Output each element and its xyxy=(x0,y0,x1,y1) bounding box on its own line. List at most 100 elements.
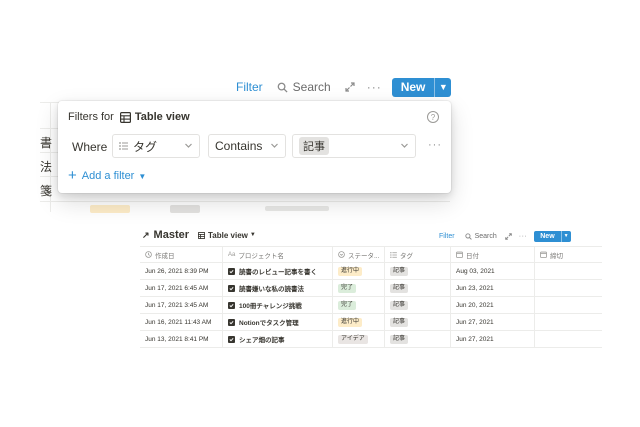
filter-popup-title: Filters for xyxy=(68,111,114,123)
new-dropdown-chevron-icon[interactable]: ▼ xyxy=(560,230,571,242)
more-button[interactable]: ··· xyxy=(519,233,528,240)
database-title-text[interactable]: Master xyxy=(154,229,189,241)
cell-created[interactable]: Jun 17, 2021 3:45 AM xyxy=(140,297,223,313)
cell-date[interactable]: Jun 20, 2021 xyxy=(451,297,535,313)
cell-created[interactable]: Jun 26, 2021 8:39 PM xyxy=(140,263,223,279)
database-title: ↗ Master Table view ▼ xyxy=(142,229,256,241)
cell-deadline[interactable] xyxy=(535,263,602,279)
cell-date[interactable]: Jun 27, 2021 xyxy=(451,331,535,347)
tag-badge: 記事 xyxy=(390,300,409,310)
column-header-status[interactable]: ステータ... xyxy=(333,247,385,262)
chevron-down-icon xyxy=(401,143,408,148)
chevron-down-icon: ▼ xyxy=(249,232,256,238)
cell-status[interactable]: 進行中 xyxy=(333,314,385,330)
table-row[interactable]: Jun 16, 2021 11:43 AM Notionでタスク管理 進行中 記事 Ju… xyxy=(140,314,602,331)
cell-created[interactable]: Jun 17, 2021 6:45 AM xyxy=(140,280,223,296)
column-header-label: ステータ... xyxy=(348,252,380,260)
add-filter-button[interactable]: + Add a filter ▼ xyxy=(68,168,146,183)
project-name-text: シェア畑の記事 xyxy=(239,337,285,344)
new-button-group: New ▼ xyxy=(534,230,571,242)
project-name-text: 100冊チャレンジ挑戦 xyxy=(239,303,302,310)
page-checkbox-icon xyxy=(228,301,235,309)
cell-deadline[interactable] xyxy=(535,331,602,347)
search-button[interactable]: Search xyxy=(464,233,497,240)
column-header-project-name[interactable]: Aa プロジェクト名 xyxy=(223,247,333,262)
arrow-up-right-icon[interactable]: ↗ xyxy=(142,230,150,241)
table-row[interactable]: Jun 17, 2021 6:45 AM 読書嫌いな私の読書法 完了 記事 Jun 23… xyxy=(140,280,602,297)
help-icon[interactable]: ? xyxy=(427,111,439,123)
search-icon xyxy=(277,82,288,93)
cell-date[interactable]: Jun 23, 2021 xyxy=(451,280,535,296)
filter-value-select[interactable]: 記事 xyxy=(292,134,416,158)
table-row[interactable]: Jun 13, 2021 8:41 PM シェア畑の記事 アイデア 記事 Jun 27,… xyxy=(140,331,602,348)
list-icon xyxy=(390,251,397,258)
column-header-tag[interactable]: タグ xyxy=(385,247,451,262)
cell-deadline[interactable] xyxy=(535,314,602,330)
new-button-group: New ▼ xyxy=(391,77,452,97)
created-text: Jun 17, 2021 6:45 AM xyxy=(145,284,209,292)
view-selector[interactable]: Table view ▼ xyxy=(198,231,256,240)
cell-project-name[interactable]: 読書嫌いな私の読書法 xyxy=(223,280,333,296)
cell-project-name[interactable]: 読書のレビュー記事を書く xyxy=(223,263,333,279)
cell-deadline[interactable] xyxy=(535,280,602,296)
column-header-label: 締切 xyxy=(550,252,563,260)
background-row-text: 法 xyxy=(40,160,53,174)
search-button[interactable]: Search xyxy=(277,80,331,94)
date-text: Jun 20, 2021 xyxy=(456,301,494,309)
cell-project-name[interactable]: Notionでタスク管理 xyxy=(223,314,333,330)
cell-tag[interactable]: 記事 xyxy=(385,314,451,330)
expand-button[interactable] xyxy=(504,232,512,240)
background-row-text: 箋 xyxy=(40,184,53,198)
status-badge: アイデア xyxy=(338,334,368,344)
project-name-text: 読書のレビュー記事を書く xyxy=(239,269,317,276)
table-row[interactable]: Jun 17, 2021 3:45 AM 100冊チャレンジ挑戦 完了 記事 Jun 2… xyxy=(140,297,602,314)
cell-project-name[interactable]: シェア畑の記事 xyxy=(223,331,333,347)
status-badge: 進行中 xyxy=(338,266,363,276)
table-row[interactable]: Jun 26, 2021 8:39 PM 読書のレビュー記事を書く 進行中 記事 Aug… xyxy=(140,263,602,280)
status-badge: 完了 xyxy=(338,283,357,293)
background-row-text: 書 xyxy=(40,136,53,150)
page-checkbox-icon xyxy=(228,318,235,326)
filter-property-select[interactable]: タグ xyxy=(112,134,200,158)
calendar-icon xyxy=(540,251,547,258)
cell-status[interactable]: 完了 xyxy=(333,280,385,296)
cell-created[interactable]: Jun 13, 2021 8:41 PM xyxy=(140,331,223,347)
tag-badge: 記事 xyxy=(390,266,409,276)
new-dropdown-chevron-icon[interactable]: ▼ xyxy=(434,77,452,97)
column-header-date[interactable]: 日付 xyxy=(451,247,535,262)
cell-status[interactable]: アイデア xyxy=(333,331,385,347)
filter-property-value: タグ xyxy=(133,139,158,154)
new-button[interactable]: New xyxy=(534,230,561,242)
filter-button[interactable]: Filter xyxy=(236,80,263,94)
clock-icon xyxy=(145,251,152,258)
database-toolbar: Filter Search ··· New ▼ xyxy=(439,230,571,242)
cell-status[interactable]: 完了 xyxy=(333,297,385,313)
filter-operator-value: Contains xyxy=(215,139,263,153)
filter-button[interactable]: Filter xyxy=(439,233,455,240)
cell-tag[interactable]: 記事 xyxy=(385,331,451,347)
add-filter-label: Add a filter xyxy=(81,170,135,182)
cell-date[interactable]: Aug 03, 2021 xyxy=(451,263,535,279)
table-icon xyxy=(198,231,206,239)
date-text: Jun 27, 2021 xyxy=(456,318,494,326)
column-header-deadline[interactable]: 締切 xyxy=(535,247,602,262)
cell-deadline[interactable] xyxy=(535,297,602,313)
database-table: 作成日 Aa プロジェクト名 ステータ... タグ 日付 締切 Jun 26, … xyxy=(140,246,602,348)
column-header-created[interactable]: 作成日 xyxy=(140,247,223,262)
filter-row-more-button[interactable]: ··· xyxy=(428,139,442,151)
more-button[interactable]: ··· xyxy=(367,80,382,94)
expand-icon xyxy=(504,232,512,240)
cell-status[interactable]: 進行中 xyxy=(333,263,385,279)
cell-date[interactable]: Jun 27, 2021 xyxy=(451,314,535,330)
cell-tag[interactable]: 記事 xyxy=(385,280,451,296)
cell-project-name[interactable]: 100冊チャレンジ挑戦 xyxy=(223,297,333,313)
new-button[interactable]: New xyxy=(391,77,435,97)
cell-created[interactable]: Jun 16, 2021 11:43 AM xyxy=(140,314,223,330)
cell-tag[interactable]: 記事 xyxy=(385,263,451,279)
expand-button[interactable] xyxy=(345,82,355,92)
filter-operator-select[interactable]: Contains xyxy=(208,134,286,158)
date-text: Aug 03, 2021 xyxy=(456,267,495,275)
chevron-down-icon xyxy=(271,143,278,148)
cell-tag[interactable]: 記事 xyxy=(385,297,451,313)
status-badge: 完了 xyxy=(338,300,357,310)
